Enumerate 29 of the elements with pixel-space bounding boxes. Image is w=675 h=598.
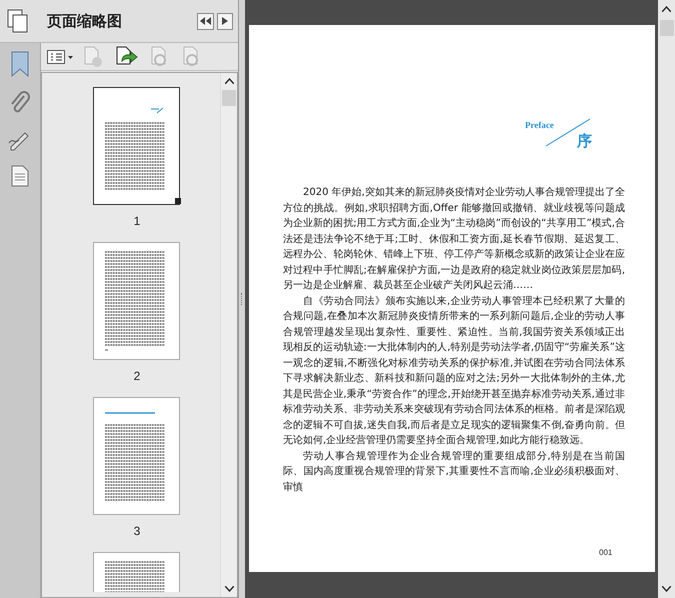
preface-heading: 序 [577, 131, 592, 152]
page-label: 3 [134, 523, 140, 540]
body-paragraph: 2020 年伊始,突如其来的新冠肺炎疫情对企业劳动人事合规管理提出了全方位的挑战。例如,求职招聘方面,Offer 能够撤回或撤销、就业歧视等问题成为企业新的困扰;用工方式方面,企业为“主动稳岗”而创设的“共享用工”模式,合法还是违法争论不绝于耳;工时、休假和工资方面,延长春节假期、延迟复工、远程办公、轮岗轮休、错峰上下班、停工停产等新概念或新的政策让企业在应对过程中手忙脚乱;在解雇保护方面,一边是政府的稳定就业岗位政策层层加码,另一边是企业解雇、裁员甚至企业破产关闭风起云涌…… [283, 186, 625, 293]
page-number: 001 [599, 547, 612, 559]
pages-icon [7, 9, 29, 33]
page-thumbnail[interactable] [91, 242, 183, 360]
scroll-thumb[interactable] [222, 90, 236, 106]
document-icon[interactable] [11, 165, 29, 187]
paperclip-icon[interactable] [9, 91, 31, 115]
bookmark-icon[interactable] [11, 51, 29, 77]
options-dropdown-button[interactable] [47, 50, 73, 64]
page-thumbnail[interactable] [91, 397, 183, 515]
scroll-thumb[interactable] [660, 20, 674, 36]
scrollbar[interactable] [658, 0, 675, 598]
body-paragraph: 自《劳动合同法》颁布实施以来,企业劳动人事管理本已经积累了大量的合规问题,在叠加本次新冠肺炎疫情所带来的一系列新问题后,企业的劳动人事合规管理越发呈现出复杂性、重要性、紧迫性。当前,我国劳资关系领域正出现相反的运动轨迹:一大批体制内的人,特别是劳动法学者,仍固守“劳雇关系”这一观念的逻辑,不断强化对标准劳动关系的保护标准,并试图在劳动合同法体系下寻求解决新业态、新科技和新问题的应对之法;另外一大批体制外的主体,尤其是民营企业,秉承“劳资合作”的理念,开始绕开甚至抛弃标准劳动关系,通过非标准劳动关系、非劳动关系来突破现有劳动合同法体系的框格。前者是深陷观念的逻辑不可自拔,迷失自我,而后者是立足现实的逻辑聚集不倒,奋勇向前。但无论如何,企业经营管理仍需要坚持全面合规管理,如此方能行稳致远。 [283, 294, 625, 448]
list-options-icon [47, 50, 73, 64]
preface-heading: Preface [525, 119, 554, 132]
right-arrow-icon [222, 17, 228, 25]
expand-button[interactable] [217, 12, 233, 30]
panel-title: 页面缩略图 [47, 10, 122, 32]
page-label: 1 [134, 213, 140, 230]
body-paragraph: 劳动人事合规管理作为企业合规管理的重要组成部分,特别是在当前国际、国内高度重视合规管理的背景下,其重要性不言而喻,企业必须积极面对、审慎 [283, 450, 625, 494]
double-left-arrow-icon [200, 17, 211, 25]
scrollbar[interactable] [220, 73, 237, 597]
page-thumbnail[interactable] [91, 552, 183, 592]
collapse-button[interactable] [197, 12, 214, 30]
page-label: 2 [134, 368, 140, 385]
rotate-page-icon[interactable] [115, 46, 139, 68]
page-thumbnail[interactable] [91, 87, 183, 205]
